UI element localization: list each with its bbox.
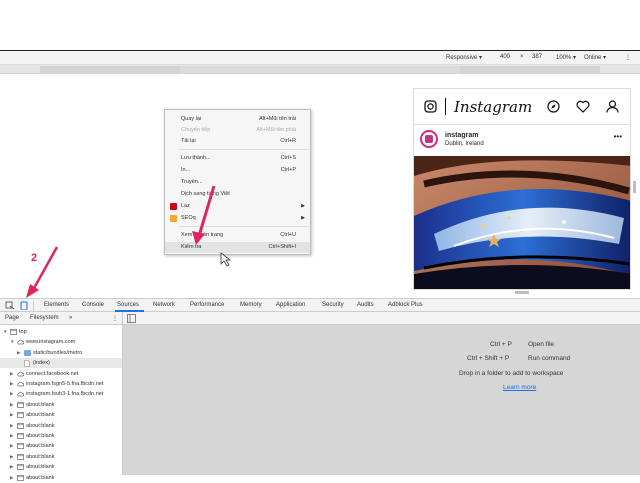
tree-item-label: about:blank: [26, 453, 55, 460]
tree-item[interactable]: ▶ static/bundles/metro: [0, 348, 122, 358]
domain-cloud-icon: [17, 381, 25, 387]
tree-item-label: connect.facebook.net: [26, 370, 79, 377]
tree-item[interactable]: ▼ www.instagram.com: [0, 337, 122, 347]
open-file-label: Open file: [528, 341, 555, 348]
tree-item[interactable]: ▶ about:blank: [0, 462, 122, 472]
frame-icon: [17, 453, 24, 460]
tree-item-label: www.instagram.com: [26, 339, 76, 346]
tab-application[interactable]: Application: [276, 302, 305, 308]
tab-console[interactable]: Console: [82, 302, 104, 308]
tab-performance[interactable]: Performance: [190, 302, 224, 308]
tab-sources[interactable]: Sources: [117, 302, 139, 308]
tree-item[interactable]: ▶ about:blank: [0, 410, 122, 420]
tab-page[interactable]: Page: [5, 315, 19, 321]
tab-memory[interactable]: Memory: [240, 302, 262, 308]
frame-icon: [17, 433, 24, 439]
tree-item[interactable]: (index): [0, 358, 122, 369]
tab-audits[interactable]: Audits: [357, 302, 374, 308]
tab-adblock-plus[interactable]: Adblock Plus: [388, 302, 423, 308]
tree-item-label: (index): [33, 360, 50, 367]
mouse-cursor-icon: [220, 252, 232, 267]
open-file-shortcut: Ctrl + P: [490, 341, 512, 348]
tree-twisty-icon[interactable]: ▶: [10, 402, 13, 408]
tree-item[interactable]: ▶ about:blank: [0, 441, 122, 451]
editor-toolbar: [123, 312, 640, 325]
tree-item-label: instagram.fsgn5-5.fna.fbcdn.net: [26, 381, 104, 387]
tree-item-label: about:blank: [26, 422, 55, 429]
tree-twisty-icon[interactable]: ▼: [10, 339, 14, 344]
devtools-tabbar: Elements Console Sources Network Performance…: [0, 298, 640, 312]
run-command-shortcut: Ctrl + Shift + P: [467, 355, 510, 362]
tree-twisty-icon[interactable]: ▶: [10, 381, 13, 387]
tree-item-label: instagram.fsub3-1.fna.fbcdn.net: [26, 391, 104, 398]
editor-area: Ctrl + P Open file Ctrl + Shift + P Run …: [123, 325, 640, 475]
tree-item-label: static/bundles/metro: [33, 349, 83, 356]
arrow-head-devices: [26, 284, 39, 298]
tree-twisty-icon[interactable]: ▶: [10, 454, 13, 460]
tree-twisty-icon[interactable]: ▼: [3, 329, 7, 334]
tree-twisty-icon[interactable]: ▶: [10, 412, 13, 418]
tree-item-label: about:blank: [26, 443, 55, 450]
tree-twisty-icon[interactable]: ▶: [10, 433, 13, 439]
arrow-head-inspect: [192, 231, 205, 245]
tree-item[interactable]: ▶ instagram.fsub3-1.fna.fbcdn.net: [0, 389, 122, 399]
domain-cloud-icon: [17, 391, 25, 397]
tree-item[interactable]: ▶ about:blank: [0, 473, 122, 483]
run-command-label: Run command: [528, 355, 571, 362]
tree-item-label: about:blank: [26, 412, 55, 419]
tree-item-label: about:blank: [26, 464, 55, 471]
device-toolbar-icon[interactable]: [19, 301, 29, 310]
frame-icon: [17, 464, 24, 471]
tree-item[interactable]: ▼ top: [0, 327, 122, 337]
learn-more-link[interactable]: Learn more: [503, 384, 536, 391]
domain-cloud-icon: [17, 339, 25, 345]
inspect-element-icon[interactable]: [5, 301, 15, 310]
more-tabs-icon[interactable]: »: [69, 315, 72, 321]
drop-hint: Drop in a folder to add to workspace: [459, 370, 564, 377]
tree-twisty-icon[interactable]: ▶: [10, 371, 13, 377]
tree-item-label: about:blank: [26, 433, 55, 439]
tree-twisty-icon[interactable]: ▶: [10, 423, 13, 429]
tree-twisty-icon[interactable]: ▶: [17, 350, 20, 356]
file-tree: ▼ top ▼ www.instagram.com ▶ static/bundles/me…: [0, 325, 123, 481]
toggle-navigator-icon[interactable]: [127, 314, 136, 323]
tree-item[interactable]: ▶ about:blank: [0, 421, 122, 431]
tree-twisty-icon[interactable]: ▶: [10, 391, 13, 397]
frame-icon: [17, 412, 24, 419]
tree-item[interactable]: ▶ about:blank: [0, 452, 122, 462]
frame-icon: [17, 401, 24, 408]
frame-icon: [17, 443, 24, 450]
tree-item-label: about:blank: [26, 401, 55, 408]
domain-cloud-icon: [17, 371, 25, 377]
tab-security[interactable]: Security: [322, 302, 344, 308]
frame-icon: [17, 422, 24, 429]
tab-network[interactable]: Network: [153, 302, 175, 308]
frame-icon: [10, 329, 17, 335]
tree-item[interactable]: ▶ connect.facebook.net: [0, 369, 122, 379]
tab-elements[interactable]: Elements: [44, 302, 69, 308]
tree-twisty-icon[interactable]: ▶: [10, 443, 13, 449]
navigator-menu-icon[interactable]: ⋮: [112, 315, 118, 322]
tree-item[interactable]: ▶ instagram.fsgn5-5.fna.fbcdn.net: [0, 379, 122, 389]
navigator-tabs: Page Filesystem » ⋮: [0, 312, 123, 325]
tree-twisty-icon[interactable]: ▶: [10, 464, 13, 470]
folder-icon: [24, 349, 31, 356]
tree-item[interactable]: ▶ about:blank: [0, 400, 122, 410]
tree-item-label: top: [19, 329, 27, 335]
file-icon: [24, 360, 31, 367]
tab-filesystem[interactable]: Filesystem: [30, 315, 59, 321]
tree-item[interactable]: ▶ about:blank: [0, 431, 122, 441]
